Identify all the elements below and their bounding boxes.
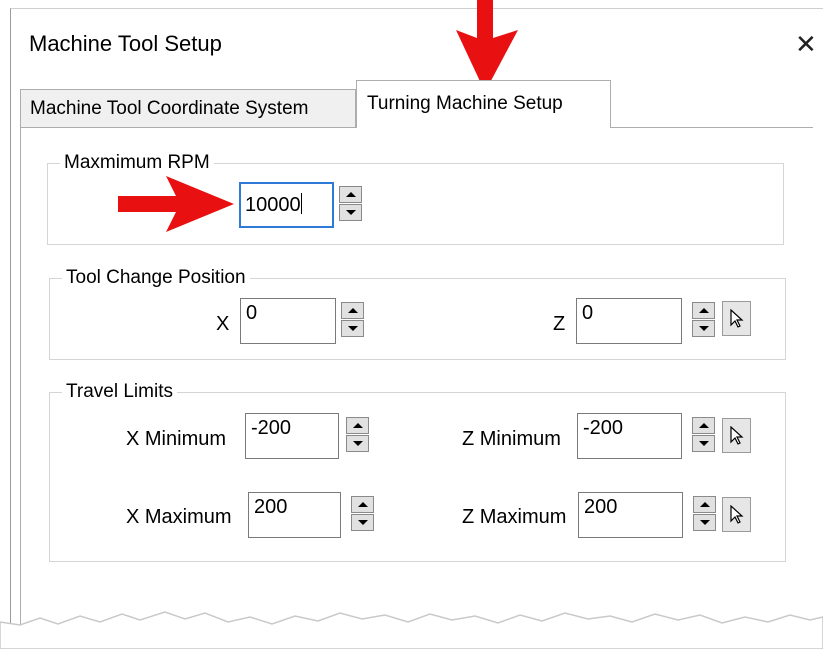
text-caret — [300, 193, 302, 214]
x-minimum-up-button[interactable] — [346, 417, 369, 434]
max-rpm-input[interactable]: 10000 — [239, 182, 334, 228]
tool-change-z-label: Z — [553, 313, 566, 335]
max-rpm-up-button[interactable] — [339, 186, 362, 203]
z-maximum-spinner[interactable] — [693, 496, 716, 532]
tool-change-x-label: X — [216, 313, 230, 335]
group-travel-limits-label: Travel Limits — [62, 381, 177, 403]
chevron-down-icon — [699, 326, 709, 331]
chevron-up-icon — [700, 502, 710, 507]
chevron-down-icon — [358, 520, 368, 525]
tool-change-z-down-button[interactable] — [692, 320, 715, 337]
chevron-up-icon — [348, 308, 358, 313]
chevron-down-icon — [699, 441, 709, 446]
screenshot-root: Machine Tool Setup ✕ Machine Tool Coordi… — [0, 0, 823, 649]
z-minimum-down-button[interactable] — [692, 435, 715, 452]
tool-change-x-value: 0 — [246, 302, 258, 324]
dialog-title: Machine Tool Setup — [29, 31, 222, 56]
tab-turning-machine-setup[interactable]: Turning Machine Setup — [356, 80, 611, 128]
tool-change-x-input[interactable]: 0 — [240, 298, 336, 344]
max-rpm-spinner[interactable] — [339, 186, 362, 222]
chevron-down-icon — [700, 520, 710, 525]
z-minimum-spinner[interactable] — [692, 417, 715, 453]
x-maximum-value: 200 — [254, 496, 288, 518]
x-minimum-label: X Minimum — [126, 428, 227, 450]
chevron-up-icon — [346, 192, 356, 197]
chevron-up-icon — [358, 502, 368, 507]
x-maximum-spinner[interactable] — [351, 496, 374, 532]
annotation-arrow-right-icon — [118, 176, 234, 232]
group-tool-change-label: Tool Change Position — [62, 267, 250, 289]
x-maximum-label: X Maximum — [126, 506, 232, 528]
chevron-up-icon — [353, 423, 363, 428]
x-maximum-up-button[interactable] — [351, 496, 374, 513]
tool-change-x-spinner[interactable] — [341, 302, 364, 338]
x-minimum-input[interactable]: -200 — [245, 413, 339, 459]
max-rpm-value: 10000 — [245, 194, 301, 216]
z-minimum-input[interactable]: -200 — [577, 413, 682, 459]
z-minimum-value: -200 — [583, 417, 624, 439]
tool-change-z-input[interactable]: 0 — [576, 298, 682, 344]
chevron-up-icon — [699, 308, 709, 313]
tab-machine-tool-coordinate-system[interactable]: Machine Tool Coordinate System — [20, 89, 356, 127]
x-maximum-down-button[interactable] — [351, 514, 374, 531]
x-minimum-spinner[interactable] — [346, 417, 369, 453]
tool-change-pick-button[interactable] — [722, 301, 751, 336]
x-minimum-down-button[interactable] — [346, 435, 369, 452]
max-rpm-down-button[interactable] — [339, 204, 362, 221]
chevron-down-icon — [353, 441, 363, 446]
z-maximum-label: Z Maximum — [462, 506, 567, 528]
z-maximum-down-button[interactable] — [693, 514, 716, 531]
group-max-rpm-label: Maxmimum RPM — [60, 152, 214, 174]
cursor-arrow-icon — [730, 426, 744, 445]
z-maximum-value: 200 — [584, 496, 618, 518]
chevron-up-icon — [699, 423, 709, 428]
z-maximum-input[interactable]: 200 — [578, 492, 683, 538]
z-minimum-label: Z Minimum — [462, 428, 561, 450]
close-icon[interactable]: ✕ — [795, 31, 817, 57]
tool-change-z-spinner[interactable] — [692, 302, 715, 338]
z-minimum-up-button[interactable] — [692, 417, 715, 434]
x-minimum-value: -200 — [251, 417, 292, 439]
chevron-down-icon — [346, 210, 356, 215]
tool-change-x-down-button[interactable] — [341, 320, 364, 337]
chevron-down-icon — [348, 326, 358, 331]
z-minimum-pick-button[interactable] — [722, 418, 751, 453]
z-maximum-up-button[interactable] — [693, 496, 716, 513]
z-maximum-pick-button[interactable] — [722, 497, 751, 532]
x-maximum-input[interactable]: 200 — [248, 492, 341, 538]
tool-change-z-up-button[interactable] — [692, 302, 715, 319]
torn-edge-decoration — [0, 611, 823, 649]
cursor-arrow-icon — [730, 309, 744, 328]
tool-change-z-value: 0 — [582, 302, 594, 324]
tool-change-x-up-button[interactable] — [341, 302, 364, 319]
cursor-arrow-icon — [730, 505, 744, 524]
